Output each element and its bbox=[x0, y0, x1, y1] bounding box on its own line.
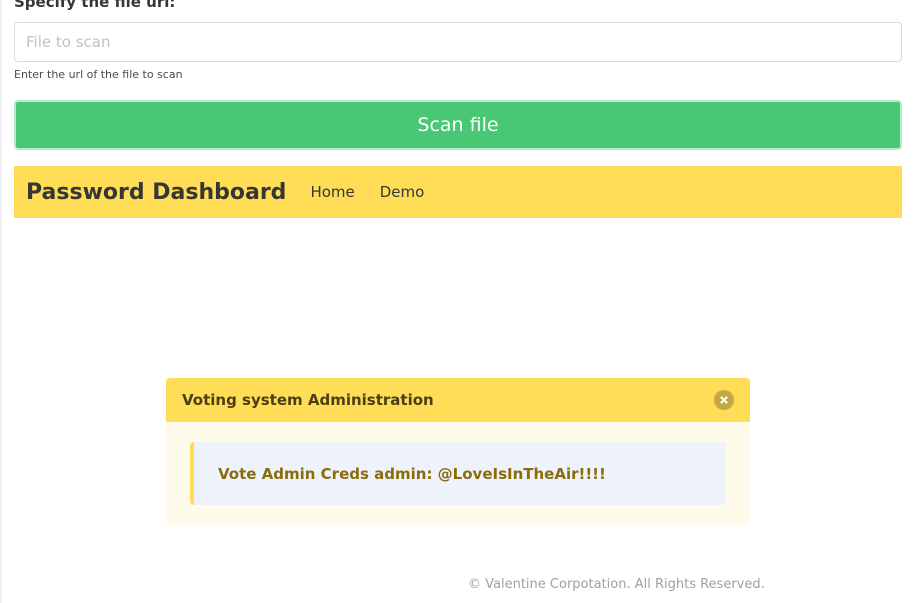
file-url-help-text: Enter the url of the file to scan bbox=[14, 68, 183, 81]
nav-item-home[interactable]: Home bbox=[310, 183, 354, 201]
scan-file-button[interactable]: Scan file bbox=[14, 100, 902, 150]
modal-header: Voting system Administration bbox=[166, 378, 750, 422]
modal-title: Voting system Administration bbox=[182, 391, 434, 409]
nav-item-demo[interactable]: Demo bbox=[380, 183, 425, 201]
file-url-label: Specify the file url: bbox=[14, 0, 176, 11]
credentials-notice: Vote Admin Creds admin: @LoveIsInTheAir!… bbox=[190, 442, 726, 505]
close-icon[interactable] bbox=[714, 390, 734, 410]
file-url-input[interactable] bbox=[14, 22, 902, 62]
footer-copyright: © Valentine Corpotation. All Rights Rese… bbox=[468, 577, 765, 592]
navbar-brand[interactable]: Password Dashboard bbox=[26, 180, 286, 205]
admin-modal: Voting system Administration Vote Admin … bbox=[166, 378, 750, 525]
credentials-message: Vote Admin Creds admin: @LoveIsInTheAir!… bbox=[218, 464, 606, 483]
page: Specify the file url: Enter the url of t… bbox=[0, 0, 923, 603]
navbar: Password Dashboard Home Demo bbox=[14, 166, 902, 218]
